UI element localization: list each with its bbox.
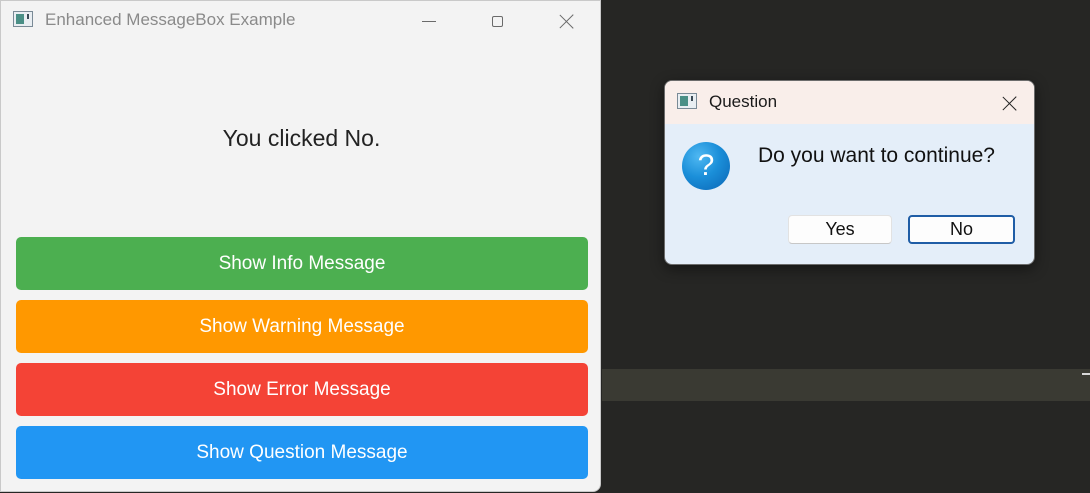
show-question-button[interactable]: Show Question Message (16, 426, 588, 479)
editor-caret (1082, 373, 1090, 375)
dialog-body: ? Do you want to continue? Yes No (665, 124, 1034, 264)
no-button[interactable]: No (908, 215, 1015, 244)
close-button[interactable] (537, 1, 597, 41)
show-error-button[interactable]: Show Error Message (16, 363, 588, 416)
maximize-icon (491, 15, 503, 27)
dialog-title: Question (709, 92, 778, 111)
minimize-button[interactable] (399, 1, 459, 41)
dialog-titlebar[interactable]: Question (665, 81, 1034, 124)
result-label: You clicked No. (222, 125, 381, 151)
window-title: Enhanced MessageBox Example (45, 10, 296, 29)
app-window-icon (13, 11, 33, 27)
yes-button[interactable]: Yes (788, 215, 892, 244)
minimize-icon (422, 20, 436, 22)
editor-current-line (602, 369, 1090, 401)
question-dialog: Question ? Do you want to continue? Yes … (664, 80, 1035, 265)
dialog-window-icon (677, 93, 697, 109)
question-icon: ? (682, 142, 730, 190)
dialog-message: Do you want to continue? (758, 144, 995, 167)
maximize-button[interactable] (467, 1, 527, 41)
main-window: Enhanced MessageBox Example You clicked … (0, 0, 601, 492)
close-icon (1002, 95, 1018, 111)
close-icon (559, 13, 575, 29)
show-info-button[interactable]: Show Info Message (16, 237, 588, 290)
main-titlebar[interactable]: Enhanced MessageBox Example (1, 1, 600, 41)
dialog-close-button[interactable] (986, 81, 1034, 124)
show-warning-button[interactable]: Show Warning Message (16, 300, 588, 353)
